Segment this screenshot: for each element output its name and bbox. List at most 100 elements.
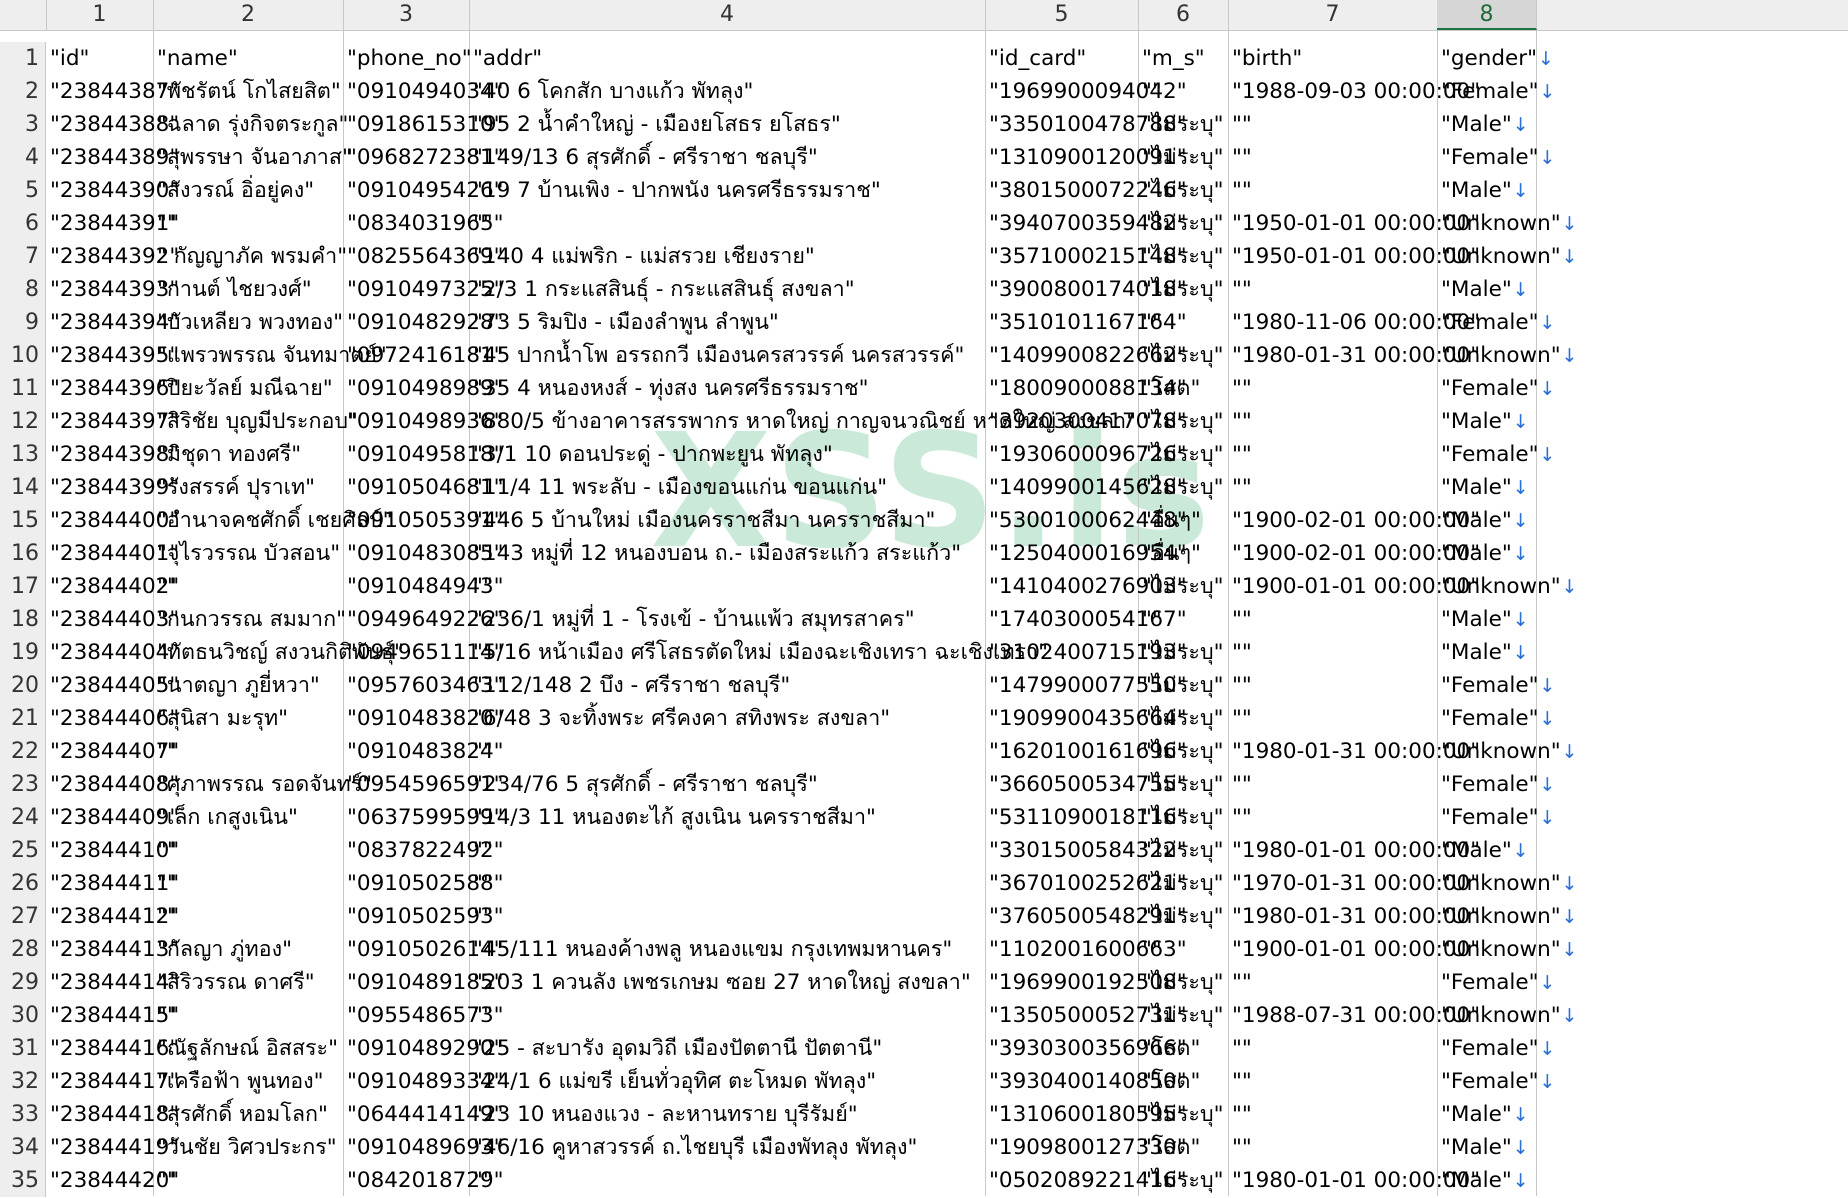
table-cell[interactable]: "6/48 3 จะทิ้งพระ ศรีคงคา สทิงพระ สงขลา" [469, 702, 890, 735]
table-cell[interactable]: "Unknown"↓ [1437, 900, 1578, 933]
table-cell[interactable]: "Male"↓ [1437, 471, 1529, 504]
table-cell[interactable]: "45 ปากน้ำโพ อรรถกวี เมืองนครสวรรค์ นครส… [469, 339, 964, 372]
table-cell[interactable]: "" [1228, 702, 1252, 735]
row-header[interactable]: 25 [0, 834, 46, 867]
table-cell[interactable]: "73 5 ริมปิง - เมืองลำพูน ลำพูน" [469, 306, 779, 339]
table-cell[interactable]: "ไม่ระบุ" [1138, 900, 1224, 933]
row-header[interactable]: 13 [0, 438, 46, 471]
column-header-7[interactable]: 7 [1228, 0, 1438, 30]
table-cell[interactable]: "" [153, 999, 177, 1032]
column-header-8[interactable]: 8 [1437, 0, 1537, 30]
table-cell[interactable]: "" [469, 900, 493, 933]
table-cell[interactable]: "gender"↓ [1437, 42, 1554, 75]
table-cell[interactable]: "" [1228, 1131, 1252, 1164]
table-cell[interactable]: "40 6 โคกสัก บางแก้ว พัทลุง" [469, 75, 753, 108]
table-cell[interactable]: "ไม่ระบุ" [1138, 240, 1224, 273]
row-header[interactable]: 29 [0, 966, 46, 999]
spreadsheet-grid[interactable]: XSS.is 1 2 3 4 5 6 7 8 1 "id" "name" "phone_no" "add… [0, 0, 1848, 1197]
table-cell[interactable]: "" [1228, 273, 1252, 306]
table-cell[interactable]: "Female"↓ [1437, 966, 1555, 999]
table-cell[interactable]: "Female"↓ [1437, 669, 1555, 702]
table-cell[interactable]: "กัลญา ภู่ทอง" [153, 933, 292, 966]
table-cell[interactable]: "ไม่ระบุ" [1138, 339, 1224, 372]
row-header[interactable]: 12 [0, 405, 46, 438]
table-cell[interactable]: "Male"↓ [1437, 108, 1529, 141]
table-cell[interactable]: "Female"↓ [1437, 306, 1555, 339]
table-cell[interactable]: "5/16 หน้าเมือง ศรีโสธรตัดใหม่ เมืองฉะเช… [469, 636, 1048, 669]
row-header[interactable]: 31 [0, 1032, 46, 1065]
table-cell[interactable]: "19 7 บ้านเพิง - ปากพนัง นครศรีธรรมราช" [469, 174, 881, 207]
column-header-3[interactable]: 3 [343, 0, 470, 30]
table-cell[interactable]: "3/1 10 ดอนประดู่ - ปากพะยูน พัทลุง" [469, 438, 833, 471]
table-cell[interactable]: "" [1228, 372, 1252, 405]
row-header[interactable]: 5 [0, 174, 46, 207]
table-cell[interactable]: "Female"↓ [1437, 702, 1555, 735]
table-cell[interactable]: "" [153, 834, 177, 867]
table-cell[interactable]: "" [1228, 1098, 1252, 1131]
row-header[interactable]: 23 [0, 768, 46, 801]
table-cell[interactable]: "25 - สะบารัง อุดมวิถี เมืองปัตตานี ปัตต… [469, 1032, 882, 1065]
table-cell[interactable]: "Male"↓ [1437, 603, 1529, 636]
table-cell[interactable]: "สุรศักดิ์ หอมโลก" [153, 1098, 328, 1131]
table-cell[interactable]: "Male"↓ [1437, 1164, 1529, 1197]
table-cell[interactable]: "ไม่ระบุ" [1138, 174, 1224, 207]
row-header[interactable]: 1 [0, 42, 46, 75]
table-cell[interactable]: "Female"↓ [1437, 801, 1555, 834]
table-cell[interactable]: "ไม่ระบุ" [1138, 669, 1224, 702]
table-cell[interactable]: "Unknown"↓ [1437, 999, 1578, 1032]
table-cell[interactable]: "" [153, 900, 177, 933]
table-cell[interactable]: "" [153, 570, 177, 603]
row-header[interactable]: 14 [0, 471, 46, 504]
table-cell[interactable]: "24/1 6 แม่ขรี เย็นทั่วอุทิศ ตะโหมด พัทล… [469, 1065, 876, 1098]
table-cell[interactable]: "จุไรวรรณ บัวสอน" [153, 537, 340, 570]
table-cell[interactable]: "สิริชัย บุญมีประกอบ" [153, 405, 358, 438]
row-header[interactable]: 18 [0, 603, 46, 636]
select-all-corner[interactable] [0, 0, 47, 30]
table-cell[interactable]: "ไม่ระบุ" [1138, 1164, 1224, 1197]
row-header[interactable]: 16 [0, 537, 46, 570]
row-header[interactable]: 2 [0, 75, 46, 108]
column-header-5[interactable]: 5 [985, 0, 1139, 30]
column-header-6[interactable]: 6 [1138, 0, 1229, 30]
table-cell[interactable]: "ไม่ระบุ" [1138, 108, 1224, 141]
table-cell[interactable]: "" [1228, 471, 1252, 504]
table-cell[interactable]: "" [1138, 306, 1162, 339]
table-cell[interactable]: "Female"↓ [1437, 372, 1555, 405]
table-cell[interactable]: "Female"↓ [1437, 1032, 1555, 1065]
table-cell[interactable]: "ไม่ระบุ" [1138, 438, 1224, 471]
table-cell[interactable]: "Unknown"↓ [1437, 240, 1578, 273]
table-cell[interactable]: "" [1138, 933, 1162, 966]
table-cell[interactable]: "" [469, 867, 493, 900]
table-cell[interactable]: "46/16 คูหาสวรรค์ ถ.ไชยบุรี เมืองพัทลุง … [469, 1131, 917, 1164]
table-cell[interactable]: "" [153, 207, 177, 240]
table-cell[interactable]: "" [1228, 438, 1252, 471]
row-header[interactable]: 26 [0, 867, 46, 900]
table-cell[interactable]: "2/3 1 กระแสสินธุ์ - กระแสสินธุ์ สงขลา" [469, 273, 855, 306]
table-cell[interactable]: "" [1228, 1032, 1252, 1065]
table-cell[interactable]: "m_s" [1138, 42, 1205, 75]
table-cell[interactable]: "Male"↓ [1437, 1098, 1529, 1131]
table-cell[interactable]: "11/4 11 พระลับ - เมืองขอนแก่น ขอนแก่น" [469, 471, 887, 504]
table-cell[interactable]: "เล็ก เกสูงเนิน" [153, 801, 298, 834]
table-cell[interactable]: "23 10 หนองแวง - ละหานทราย บุรีรัมย์" [469, 1098, 858, 1131]
table-cell[interactable]: "ไม่ระบุ" [1138, 405, 1224, 438]
table-cell[interactable]: "" [1138, 603, 1162, 636]
table-cell[interactable]: "446 5 บ้านใหม่ เมืองนครราชสีมา นครราชสี… [469, 504, 935, 537]
table-cell[interactable]: "" [1228, 768, 1252, 801]
table-cell[interactable]: "ไม่ระบุ" [1138, 768, 1224, 801]
table-cell[interactable]: "" [1228, 1065, 1252, 1098]
row-header[interactable]: 35 [0, 1164, 46, 1197]
table-cell[interactable]: "ไม่ระบุ" [1138, 207, 1224, 240]
table-cell[interactable]: "รังสรรค์ ปุราเท" [153, 471, 315, 504]
table-cell[interactable]: "ไม่ระบุ" [1138, 801, 1224, 834]
table-cell[interactable]: "Male"↓ [1437, 636, 1529, 669]
table-cell[interactable]: "Male"↓ [1437, 834, 1529, 867]
table-cell[interactable]: "149/13 6 สุรศักดิ์ - ศรีราชา ชลบุรี" [469, 141, 818, 174]
table-cell[interactable]: "id_card" [985, 42, 1086, 75]
table-cell[interactable]: "สิริวรรณ ดาศรี" [153, 966, 315, 999]
table-cell[interactable]: "สังวรณ์ อิ่อยู่คง" [153, 174, 314, 207]
row-header[interactable]: 24 [0, 801, 46, 834]
column-header-2[interactable]: 2 [153, 0, 344, 30]
table-cell[interactable]: "" [1228, 636, 1252, 669]
table-cell[interactable]: "ไม่ระบุ" [1138, 966, 1224, 999]
